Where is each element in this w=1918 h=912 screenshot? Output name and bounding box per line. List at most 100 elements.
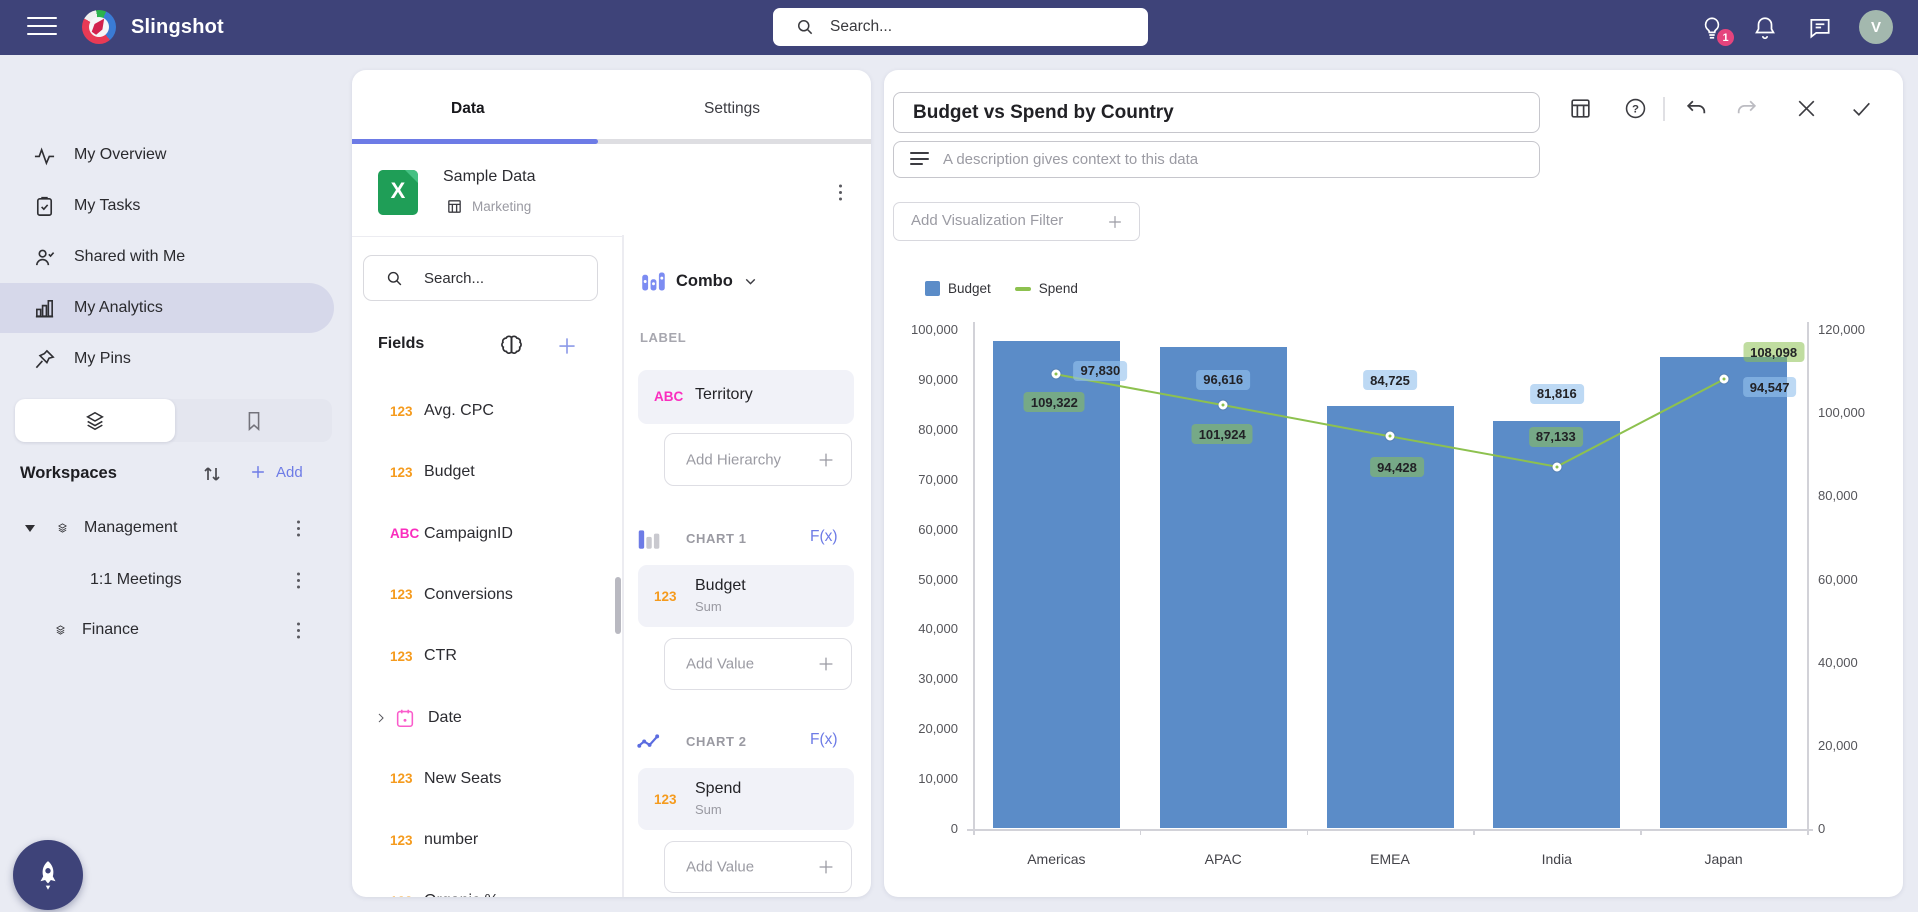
numeric-type-icon: 123 [390, 833, 424, 848]
add-value-button[interactable]: Add Value [664, 638, 852, 690]
redo-icon [1734, 96, 1759, 121]
undo-button[interactable] [1684, 96, 1710, 122]
field-name: number [424, 831, 478, 849]
workspace-item-management[interactable]: Management [0, 510, 350, 546]
layers-icon [84, 410, 106, 432]
field-item-date[interactable]: Date [352, 700, 614, 736]
category-label: APAC [1153, 851, 1293, 867]
workspace-label: Finance [82, 621, 139, 639]
assistant-rocket-button[interactable] [13, 840, 83, 910]
fx-button[interactable]: F(x) [810, 731, 838, 749]
bookmarks-toggle-segment[interactable] [175, 399, 332, 442]
add-field-button[interactable] [554, 333, 580, 359]
shared-icon [33, 246, 56, 269]
label-field-chip[interactable]: ABC Territory [638, 370, 854, 424]
sidebar-item-my-overview[interactable]: My Overview [0, 130, 334, 180]
chart-type-selector[interactable]: Combo [640, 268, 759, 295]
line-point-india[interactable] [1552, 462, 1561, 471]
field-item-new-seats[interactable]: 123New Seats [352, 761, 614, 797]
field-item-avg-cpc[interactable]: 123Avg. CPC [352, 393, 614, 429]
line-point-apac[interactable] [1219, 401, 1228, 410]
field-name: Conversions [424, 586, 513, 604]
field-item-ctr[interactable]: 123CTR [352, 638, 614, 674]
slingshot-logo[interactable] [82, 10, 116, 44]
fields-header: Fields [352, 332, 612, 362]
caret-down-icon[interactable] [25, 525, 35, 532]
line-point-americas[interactable] [1052, 370, 1061, 379]
sidebar-item-shared-with-me[interactable]: Shared with Me [0, 232, 334, 282]
hamburger-menu-icon[interactable] [27, 17, 57, 37]
workspace-item-finance[interactable]: Finance [0, 612, 350, 648]
sidebar-item-my-analytics[interactable]: My Analytics [0, 283, 334, 333]
field-item-campaignid[interactable]: ABCCampaignID [352, 516, 614, 552]
budget-data-label: 81,816 [1530, 384, 1584, 404]
workspace-menu[interactable] [288, 516, 308, 540]
numeric-type-icon: 123 [390, 894, 424, 897]
budget-data-label: 84,725 [1363, 370, 1417, 390]
line-point-emea[interactable] [1386, 432, 1395, 441]
fields-search[interactable] [363, 255, 598, 301]
add-hierarchy-button[interactable]: Add Hierarchy [664, 433, 852, 486]
description-icon [910, 152, 929, 167]
field-item-organic-[interactable]: 123Organic % [352, 883, 614, 897]
fx-button[interactable]: F(x) [810, 528, 838, 546]
value-chip-budget[interactable]: 123BudgetSum [638, 565, 854, 627]
workspace-menu[interactable] [288, 618, 308, 642]
workspaces-title: Workspaces [20, 464, 117, 483]
bell-icon[interactable] [1752, 15, 1778, 41]
field-item-budget[interactable]: 123Budget [352, 454, 614, 490]
workspace-label: 1:1 Meetings [90, 571, 182, 589]
fields-search-input[interactable] [424, 270, 574, 287]
global-search[interactable] [773, 8, 1148, 46]
sidebar-item-my-tasks[interactable]: My Tasks [0, 181, 334, 231]
tab-data[interactable]: Data [451, 100, 485, 118]
close-button[interactable] [1794, 96, 1820, 122]
right-axis-line [1807, 322, 1809, 829]
user-avatar[interactable]: V [1859, 10, 1893, 44]
add-value-label: Add Value [686, 859, 754, 876]
right-axis-tick-label: 100,000 [1818, 405, 1894, 420]
redo-button[interactable] [1734, 96, 1760, 122]
viz-description-input[interactable] [943, 151, 1503, 168]
add-value-button[interactable]: Add Value [664, 841, 852, 893]
table-icon [1568, 96, 1593, 121]
workspaces-header: Workspaces Add [0, 460, 350, 490]
chat-icon[interactable] [1807, 15, 1833, 41]
table-view-button[interactable] [1568, 96, 1594, 122]
help-button[interactable]: ? [1623, 96, 1649, 122]
rocket-icon [31, 858, 65, 892]
viz-description-field[interactable] [893, 141, 1540, 178]
search-icon [795, 17, 815, 37]
line-point-japan[interactable] [1719, 375, 1728, 384]
fields-scrollbar[interactable] [615, 577, 621, 634]
value-chip-spend[interactable]: 123SpendSum [638, 768, 854, 830]
global-search-input[interactable] [830, 18, 1120, 36]
sidebar-item-label: My Pins [74, 350, 131, 368]
viz-title-input[interactable] [893, 92, 1540, 133]
workspaces-toggle-segment[interactable] [15, 399, 175, 442]
data-source-sheet: Marketing [446, 198, 531, 215]
ai-brain-icon[interactable] [498, 332, 526, 360]
sidebar-item-label: My Analytics [74, 299, 163, 317]
field-item-conversions[interactable]: 123Conversions [352, 577, 614, 613]
data-source-menu[interactable] [830, 180, 850, 204]
add-visualization-filter-button[interactable]: Add Visualization Filter [893, 202, 1140, 241]
tab-settings[interactable]: Settings [704, 100, 760, 118]
left-axis-tick-label: 70,000 [882, 472, 958, 487]
abc-type-icon: ABC [390, 526, 424, 541]
add-workspace-button[interactable]: Add [248, 462, 303, 482]
spend-data-label: 109,322 [1024, 392, 1085, 412]
workspace-menu[interactable] [288, 568, 308, 592]
field-item-number[interactable]: 123number [352, 822, 614, 858]
bookmark-icon [243, 410, 265, 432]
confirm-button[interactable] [1849, 96, 1875, 122]
workspace-item-1-1-meetings[interactable]: 1:1 Meetings [0, 562, 350, 598]
toolbar-divider [1663, 97, 1665, 121]
category-label: Japan [1654, 851, 1794, 867]
sidebar-item-label: My Overview [74, 146, 166, 164]
left-axis-tick-label: 80,000 [882, 422, 958, 437]
top-navbar: Slingshot 1 V [0, 0, 1918, 55]
numeric-type-icon: 123 [390, 404, 424, 419]
sidebar-item-my-pins[interactable]: My Pins [0, 334, 334, 384]
sort-icon[interactable] [200, 462, 224, 486]
